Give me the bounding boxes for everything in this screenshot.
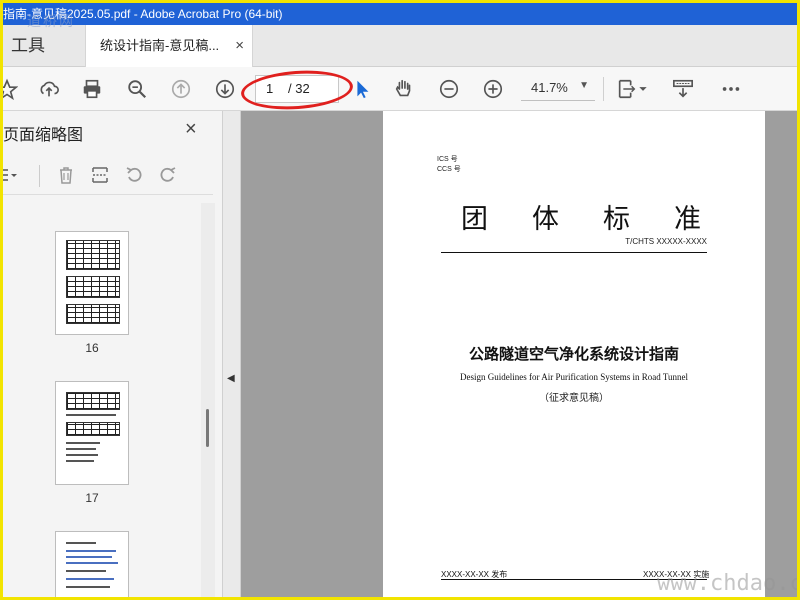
upload-icon[interactable] [37, 77, 61, 101]
thumbnail-text-line [66, 454, 98, 456]
document-title-en: Design Guidelines for Air Purification S… [460, 372, 688, 382]
scroll-mode-icon[interactable] [671, 77, 695, 101]
ics-line: ICS 号 [437, 156, 458, 163]
toolbar: 1 / 32 41.7% ▼ [3, 67, 797, 113]
rotate-left-icon[interactable] [123, 164, 145, 186]
zoom-select[interactable]: 41.7% ▼ [521, 77, 595, 101]
thumbnail-text-line [66, 562, 118, 564]
page-thumbnail-partial[interactable] [55, 531, 129, 597]
options-menu-icon[interactable] [3, 164, 19, 186]
watermark-logo: 道桥网 [27, 13, 75, 29]
panel-title: 页面缩略图 [3, 127, 84, 144]
window-titlebar: 指南-意见稿2025.05.pdf - Adobe Acrobat Pro (6… [3, 3, 797, 25]
page-total-label: / 32 [288, 81, 310, 96]
pdf-page: ICS 号 CCS 号 团 体 标 准 T/CHTS XXXXX-XXXX 公路… [383, 111, 765, 597]
page-thumbnails-panel: 页面缩略图 × 16 17 [3, 111, 223, 597]
thumbnail-table-graphic [66, 392, 120, 410]
thumbnail-text-line [66, 542, 96, 544]
fit-page-icon[interactable] [615, 77, 639, 101]
thumbnail-label: 16 [85, 341, 99, 355]
page-number-field[interactable]: 1 / 32 [255, 75, 339, 103]
more-icon[interactable] [719, 77, 743, 101]
tab-scroll-icon[interactable] [793, 35, 797, 57]
chevron-down-icon: ▼ [579, 80, 589, 91]
zoom-out-search-icon[interactable] [125, 77, 149, 101]
thumbnail-text-line [66, 556, 112, 558]
scrollbar-thumb[interactable] [206, 409, 209, 447]
thumbnail-text-line [66, 570, 106, 572]
thumbnail-text-line [66, 578, 114, 580]
zoom-plus-icon[interactable] [481, 77, 505, 101]
tab-document-label: 统设计指南-意见稿... [100, 38, 220, 53]
thumbnail-table-graphic [66, 304, 120, 324]
standard-title-char: 团 [461, 204, 488, 235]
chevron-down-icon[interactable] [637, 77, 649, 101]
thumbnail-table-graphic [66, 276, 120, 298]
page-current-input[interactable]: 1 [266, 81, 273, 96]
page-thumbnail-17[interactable] [55, 381, 129, 485]
close-icon[interactable]: × [185, 118, 197, 141]
ics-ccs-block: ICS 号 CCS 号 [437, 155, 461, 175]
zoom-minus-icon[interactable] [437, 77, 461, 101]
ccs-line: CCS 号 [437, 166, 461, 173]
rotate-right-icon[interactable] [157, 164, 179, 186]
thumbnail-text-line [66, 442, 100, 444]
tab-document[interactable]: 统设计指南-意见稿... × [85, 25, 253, 67]
panel-toolbar [3, 155, 213, 195]
standard-code: T/CHTS XXXXX-XXXX [625, 237, 707, 246]
standard-title-char: 标 [603, 204, 630, 235]
page-thumbnail-16[interactable] [55, 231, 129, 335]
thumbnail-text-line [66, 448, 96, 450]
toolbar-divider [39, 165, 40, 187]
thumbnail-text-line [66, 550, 116, 552]
watermark-url: www.chdao.c [657, 571, 800, 596]
panel-scrollbar[interactable] [201, 203, 215, 597]
thumbnail-table-graphic [66, 240, 120, 270]
page-down-icon[interactable] [213, 77, 237, 101]
print-icon[interactable] [80, 77, 104, 101]
thumbnail-text-line [66, 586, 110, 588]
document-subtitle: （征求意见稿） [539, 393, 609, 404]
panel-header: 页面缩略图 × [3, 111, 223, 151]
tab-tools[interactable]: 工具 [3, 25, 75, 67]
standard-title: 团 体 标 准 [461, 197, 701, 236]
hand-icon[interactable] [392, 77, 416, 101]
toolbar-divider [603, 77, 604, 101]
page-up-icon[interactable] [169, 77, 193, 101]
close-icon[interactable]: × [235, 25, 244, 67]
select-arrow-icon[interactable] [350, 77, 374, 101]
thumbnail-text-line [66, 414, 116, 416]
divider-line [441, 252, 707, 253]
insert-page-icon[interactable] [89, 164, 111, 186]
app-window: 指南-意见稿2025.05.pdf - Adobe Acrobat Pro (6… [0, 0, 800, 600]
panel-splitter[interactable]: ◀ [223, 111, 241, 597]
zoom-value: 41.7% [531, 80, 568, 95]
document-view: ICS 号 CCS 号 团 体 标 准 T/CHTS XXXXX-XXXX 公路… [241, 111, 797, 597]
standard-title-char: 准 [674, 204, 701, 235]
collapse-panel-icon[interactable]: ◀ [227, 373, 235, 384]
thumbnail-text-line [66, 460, 94, 462]
tab-bar: 工具 统设计指南-意见稿... × [3, 25, 797, 67]
star-icon[interactable] [3, 77, 19, 101]
thumbnail-table-graphic [66, 422, 120, 436]
thumbnail-label: 17 [85, 491, 99, 505]
delete-icon[interactable] [55, 164, 77, 186]
standard-title-char: 体 [532, 204, 559, 235]
document-title-cn: 公路隧道空气净化系统设计指南 [468, 346, 679, 363]
